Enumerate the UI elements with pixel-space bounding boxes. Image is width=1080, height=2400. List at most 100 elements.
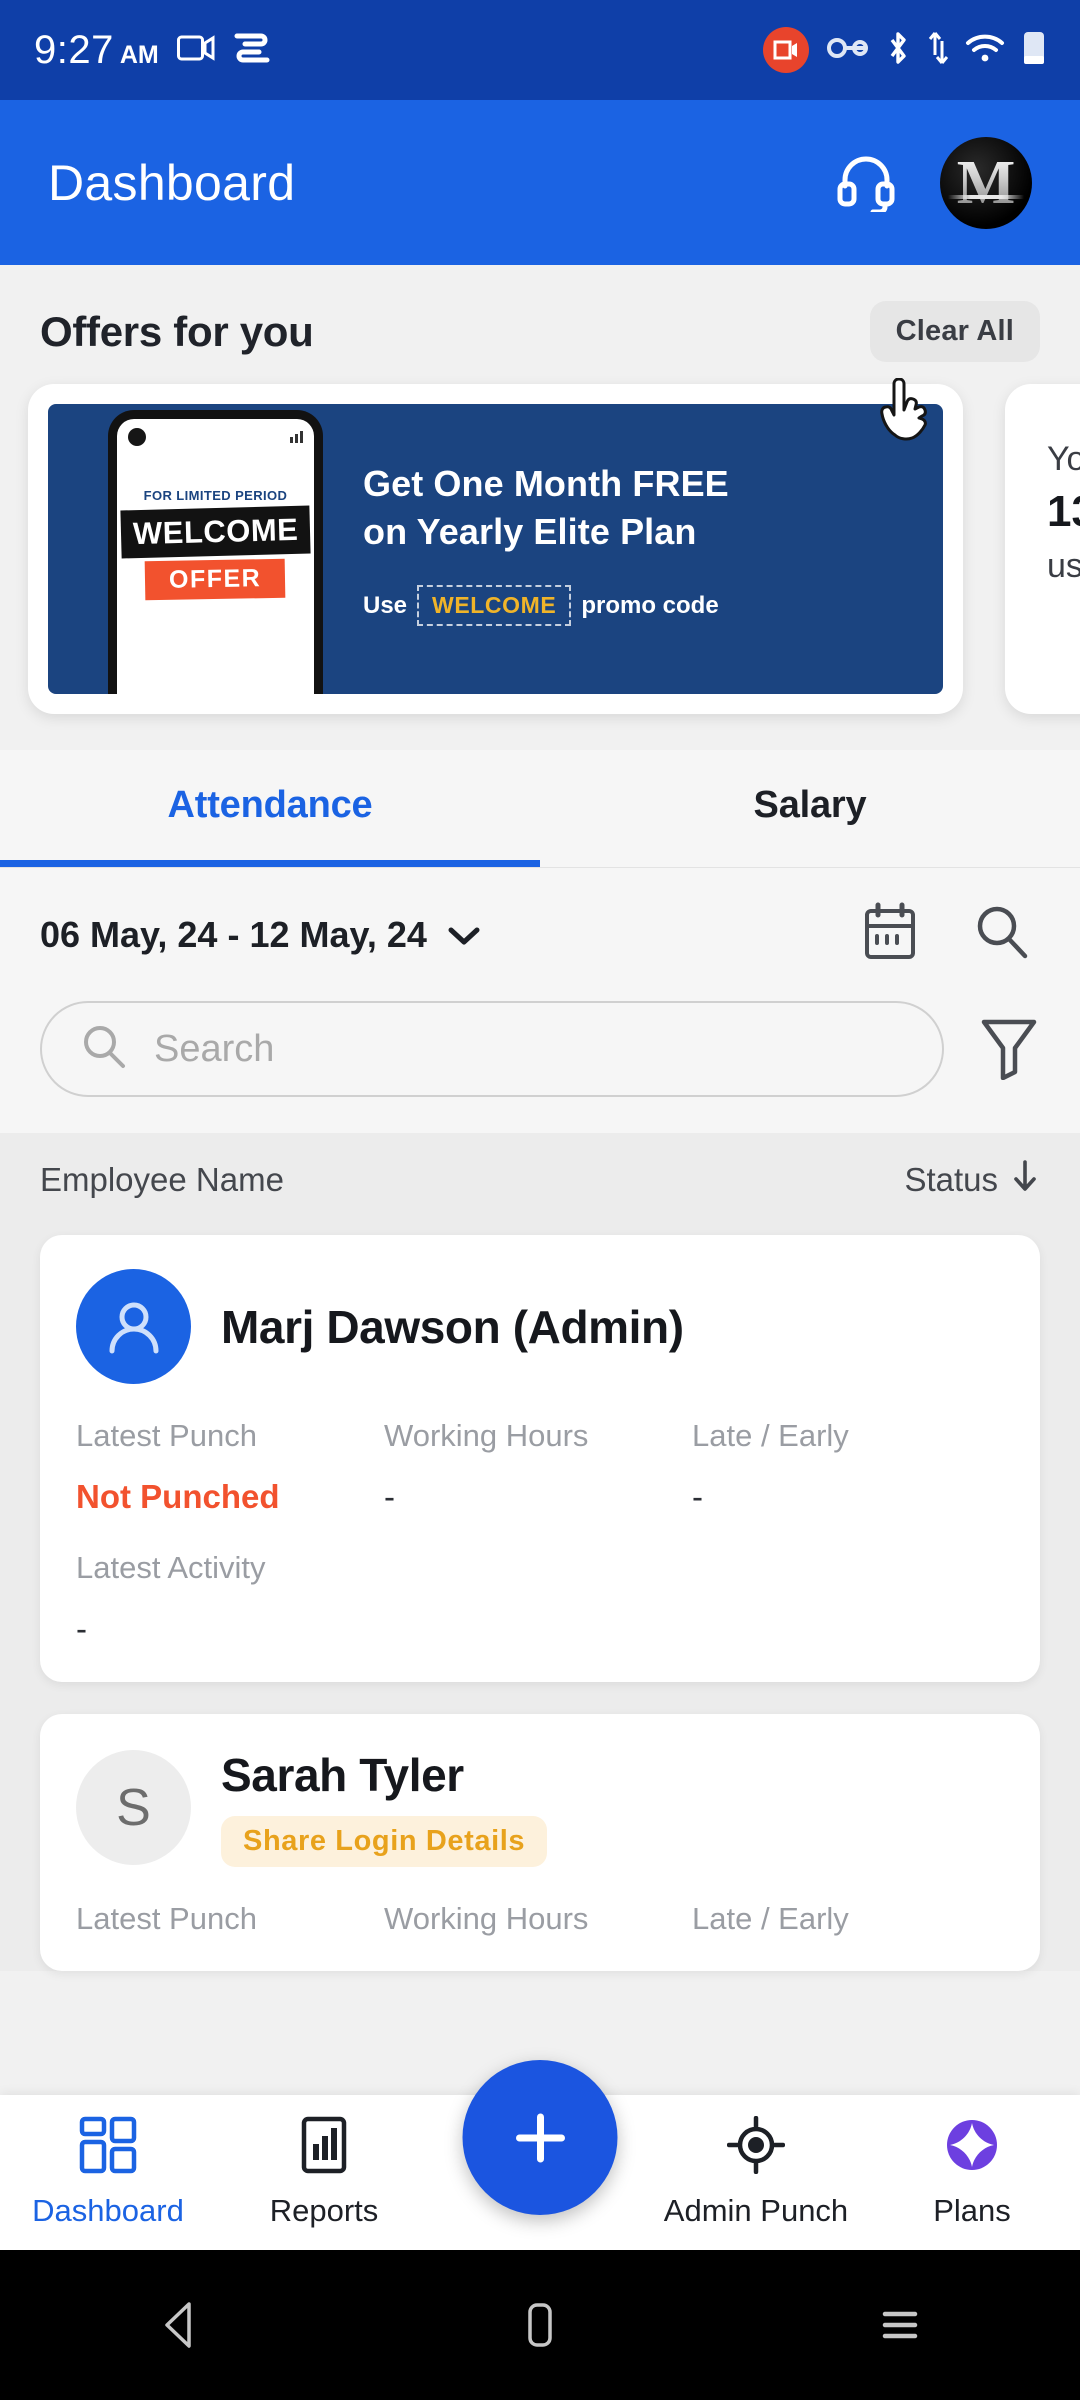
search-icon [82,1024,128,1075]
metric-label: Late / Early [692,1901,849,1936]
banner-headline-2: on Yearly Elite Plan [363,510,697,552]
metric-label: Working Hours [384,1418,589,1453]
offer2-line2: 13 [1047,487,1080,536]
filter-section: 06 May, 24 - 12 May, 24 Search [0,868,1080,1133]
avatar[interactable]: M [940,136,1032,229]
employee-metrics: Latest Punch Not Punched Working Hours -… [76,1418,1000,1516]
tab-attendance[interactable]: Attendance [0,750,540,867]
metric-working-hours: Working Hours [384,1901,692,1937]
column-employee-name: Employee Name [40,1161,284,1198]
phone-kicker-text: FOR LIMITED PERIOD [143,488,288,503]
back-triangle-icon [165,2302,191,2348]
arrow-down-icon [1010,1159,1040,1201]
column-status-label: Status [904,1161,998,1198]
date-range-label: 06 May, 24 - 12 May, 24 [40,913,427,955]
cast-icon [233,32,271,69]
column-status[interactable]: Status [904,1159,1040,1201]
bottom-nav-reports[interactable]: Reports [216,2116,432,2229]
bluetooth-icon [885,31,911,70]
screen-record-icon [176,33,215,68]
offers-carousel[interactable]: FOR LIMITED PERIOD WELCOME OFFER Get One… [0,384,1080,714]
promo-banner: FOR LIMITED PERIOD WELCOME OFFER Get One… [48,404,943,694]
calendar-icon[interactable] [862,902,918,967]
phone-offer-text: OFFER [145,558,286,601]
tab-salary[interactable]: Salary [540,750,1080,867]
phone-camera-dot [128,428,146,446]
search-input[interactable]: Search [40,1001,944,1097]
metric-value: Not Punched [76,1478,280,1515]
sparkle-diamond-icon [943,2116,1001,2179]
main-content: Offers for you Clear All FOR LIMITED PER… [0,265,1080,1971]
employee-name: Sarah Tyler [221,1749,464,1801]
phone-statusbar [117,419,314,446]
add-punch-fab[interactable] [462,2060,618,2215]
metric-late-early: Late / Early [692,1901,1000,1937]
share-login-details-badge[interactable]: Share Login Details [221,1816,548,1867]
metric-late-early: Late / Early - [692,1418,1000,1516]
app-bar-actions: M [834,136,1032,229]
metric-label: Latest Punch [76,1901,257,1936]
date-range-selector[interactable]: 06 May, 24 - 12 May, 24 [40,914,481,956]
employee-header: S Sarah Tyler Share Login Details [76,1748,1000,1867]
employee-name: Marj Dawson (Admin) [221,1300,684,1353]
chevron-down-icon [447,914,481,956]
metric-latest-punch: Latest Punch [76,1901,384,1937]
bottom-nav-label: Dashboard [32,2193,184,2228]
android-back-button[interactable] [0,2299,360,2351]
bottom-nav-admin-punch[interactable]: Admin Punch [648,2115,864,2229]
date-row-actions [862,902,1040,967]
employee-header: Marj Dawson (Admin) [76,1269,1000,1384]
bottom-nav-label: Admin Punch [663,2193,849,2228]
vpn-key-icon [826,35,868,66]
status-time: 9:27 [34,27,114,72]
phone-screen-content: FOR LIMITED PERIOD WELCOME OFFER [117,488,314,601]
status-bar-clock: 9:27 AM [34,28,159,73]
android-recents-button[interactable] [720,2303,1080,2347]
banner-copy: Get One Month FREE on Yearly Elite Plan … [323,404,943,694]
metric-latest-activity: Latest Activity - [76,1550,1000,1648]
status-bar-right [763,27,1046,73]
employee-card[interactable]: Marj Dawson (Admin) Latest Punch Not Pun… [40,1235,1040,1682]
phone-mockup-graphic: FOR LIMITED PERIOD WELCOME OFFER [108,410,323,694]
employee-card[interactable]: S Sarah Tyler Share Login Details Latest… [40,1714,1040,1971]
metric-value: - [692,1478,703,1515]
banner-use-label: Use [363,591,408,619]
offer-card-secondary[interactable]: Yo 13 us [1005,384,1080,714]
screen-recording-badge-icon [763,27,809,73]
metric-label: Latest Punch [76,1418,257,1453]
promo-code-chip[interactable]: WELCOME [417,585,572,627]
recents-menu-icon [882,2311,918,2339]
person-icon [76,1269,191,1384]
android-home-button[interactable] [360,2299,720,2351]
offer2-line1: Yo [1047,440,1080,478]
offer-card-welcome[interactable]: FOR LIMITED PERIOD WELCOME OFFER Get One… [28,384,963,714]
bottom-nav-plans[interactable]: Plans [864,2116,1080,2229]
list-column-header: Employee Name Status [0,1133,1080,1223]
bottom-nav-dashboard[interactable]: Dashboard [0,2116,216,2229]
search-icon[interactable] [974,903,1030,966]
status-bar-left: 9:27 AM [34,28,271,73]
avatar-letter: M [956,148,1016,217]
phone-welcome-text: WELCOME [120,505,311,559]
banner-promo-line: Use WELCOME promo code [363,585,943,627]
bottom-nav-label: Reports [269,2193,379,2228]
funnel-filter-icon[interactable] [978,1014,1040,1085]
metric-label: Working Hours [384,1901,589,1936]
employee-metrics: Latest Punch Working Hours Late / Early [76,1901,1000,1937]
data-transfer-icon [928,31,949,70]
avatar-shine [948,194,1024,199]
grid-dashboard-icon [79,2116,137,2179]
metric-label: Late / Early [692,1418,849,1453]
metric-value: - [384,1478,395,1515]
headset-icon[interactable] [834,148,898,217]
crosshair-target-icon [726,2115,786,2179]
clear-all-button[interactable]: Clear All [869,301,1040,362]
search-row: Search [40,1001,1040,1133]
date-range-row: 06 May, 24 - 12 May, 24 [40,902,1040,967]
tab-active-indicator [0,860,540,867]
offer2-line3: us [1047,547,1080,585]
wifi-icon [965,33,1005,68]
attendance-salary-tabs: Attendance Salary [0,750,1080,868]
metric-working-hours: Working Hours - [384,1418,692,1516]
bar-chart-icon [297,2116,351,2179]
